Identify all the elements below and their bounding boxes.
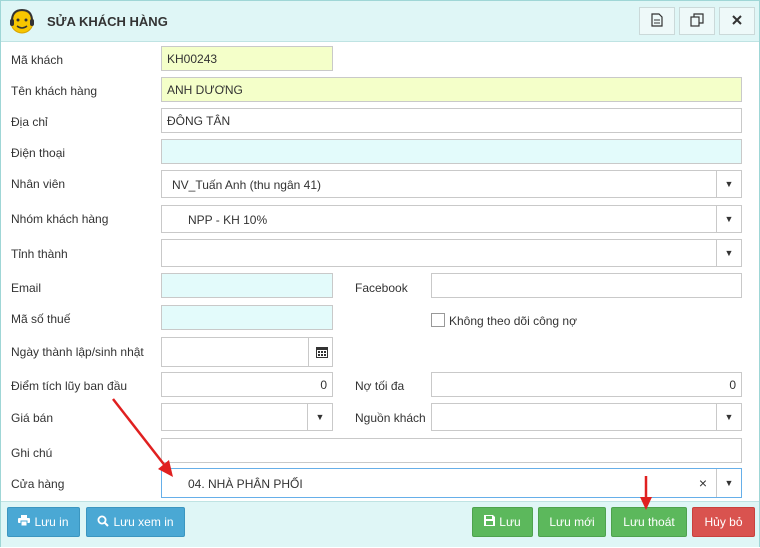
copy-button[interactable] — [679, 7, 715, 35]
huy-bo-button[interactable]: Hủy bỏ — [692, 507, 755, 537]
cua-hang-select[interactable]: 04. NHÀ PHÂN PHỐI × ▼ — [161, 468, 742, 498]
no-toi-da-label: Nợ tối đa — [355, 379, 405, 393]
dien-thoai-input[interactable] — [161, 139, 742, 164]
nhom-khach-hang-select[interactable]: NPP - KH 10% ▼ — [161, 205, 742, 233]
dia-chi-input[interactable] — [161, 108, 742, 133]
chevron-down-icon[interactable]: ▼ — [716, 240, 741, 266]
luu-moi-label: Lưu mới — [549, 515, 595, 529]
luu-xem-in-button[interactable]: Lưu xem in — [86, 507, 185, 537]
email-label: Email — [11, 281, 42, 295]
diem-tich-luy-input[interactable] — [161, 372, 333, 397]
dia-chi-label: Địa chỉ — [11, 115, 48, 129]
dialog-title: SỬA KHÁCH HÀNG — [47, 14, 168, 29]
close-icon — [732, 14, 742, 28]
chevron-down-icon[interactable]: ▼ — [716, 469, 741, 497]
save-icon — [484, 515, 496, 529]
tinh-thanh-select[interactable]: ▼ — [161, 239, 742, 267]
nhom-khach-hang-value: NPP - KH 10% — [188, 213, 268, 227]
cua-hang-label: Cửa hàng — [11, 477, 65, 491]
annotation-arrow-store — [112, 398, 167, 468]
nhom-khach-hang-label: Nhóm khách hàng — [11, 212, 109, 226]
chevron-down-icon[interactable]: ▼ — [716, 171, 741, 197]
document-button[interactable] — [639, 7, 675, 35]
nguon-khach-select[interactable]: ▼ — [431, 403, 742, 431]
tinh-thanh-label: Tỉnh thành — [11, 247, 68, 261]
ghi-chu-input[interactable] — [161, 438, 742, 463]
nguon-khach-label: Nguồn khách — [355, 411, 426, 425]
search-icon — [97, 515, 110, 530]
gia-ban-select[interactable]: ▼ — [161, 403, 333, 431]
ten-khach-hang-label: Tên khách hàng — [11, 84, 98, 98]
luu-thoat-button[interactable]: Lưu thoát — [611, 507, 687, 537]
nhan-vien-value: NV_Tuấn Anh (thu ngân 41) — [172, 178, 321, 192]
chevron-down-icon[interactable]: ▼ — [716, 206, 741, 232]
ngay-thanh-lap-label: Ngày thành lập/sinh nhật — [11, 345, 144, 359]
luu-xem-in-label: Lưu xem in — [113, 515, 174, 529]
dialog-titlebar: SỬA KHÁCH HÀNG — [1, 1, 759, 42]
calendar-icon[interactable] — [308, 338, 334, 366]
nhan-vien-select[interactable]: NV_Tuấn Anh (thu ngân 41) ▼ — [161, 170, 742, 198]
ten-khach-hang-input[interactable] — [161, 77, 742, 102]
dien-thoai-label: Điện thoại — [11, 146, 66, 160]
ma-khach-label: Mã khách — [11, 53, 64, 67]
ma-so-thue-input[interactable] — [161, 305, 333, 330]
facebook-input[interactable] — [431, 273, 742, 298]
khong-theo-doi-checkbox[interactable] — [431, 313, 445, 327]
luu-in-button[interactable]: Lưu in — [7, 507, 80, 537]
close-button[interactable] — [719, 7, 755, 35]
luu-label: Lưu — [499, 515, 521, 529]
email-input[interactable] — [161, 273, 333, 298]
khong-theo-doi-label: Không theo dõi công nợ — [449, 314, 577, 328]
facebook-label: Facebook — [355, 281, 408, 295]
chevron-down-icon[interactable]: ▼ — [307, 404, 332, 430]
luu-button[interactable]: Lưu — [472, 507, 533, 537]
no-toi-da-input[interactable] — [431, 372, 742, 397]
ma-khach-input[interactable] — [161, 46, 333, 71]
clear-icon[interactable]: × — [699, 475, 707, 491]
edit-customer-dialog: SỬA KHÁCH HÀNG Mã khách Tên khách hàng Đ… — [0, 0, 760, 547]
document-icon — [651, 12, 663, 30]
headset-logo-icon — [7, 6, 37, 36]
luu-thoat-label: Lưu thoát — [623, 515, 675, 529]
ghi-chu-label: Ghi chú — [11, 446, 53, 460]
gia-ban-label: Giá bán — [11, 411, 54, 425]
nhan-vien-label: Nhân viên — [11, 177, 66, 191]
diem-tich-luy-label: Điểm tích lũy ban đầu — [11, 379, 128, 393]
cua-hang-value: 04. NHÀ PHÂN PHỐI — [188, 477, 303, 491]
printer-icon — [18, 515, 31, 529]
ma-so-thue-label: Mã số thuế — [11, 312, 71, 326]
chevron-down-icon[interactable]: ▼ — [716, 404, 741, 430]
luu-in-label: Lưu in — [34, 515, 69, 529]
huy-bo-label: Hủy bỏ — [704, 515, 743, 529]
copy-icon — [690, 12, 704, 30]
luu-moi-button[interactable]: Lưu mới — [538, 507, 606, 537]
